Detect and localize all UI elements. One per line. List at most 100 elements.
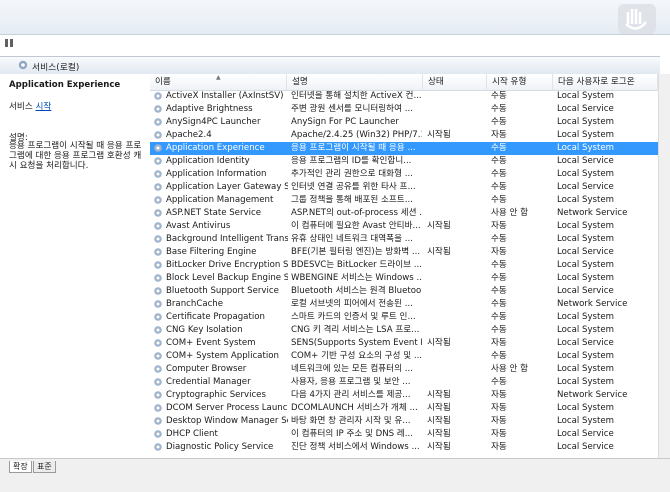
gear-icon [153, 351, 163, 361]
service-logon-as: Local System [557, 312, 615, 322]
table-row[interactable]: ActiveX Installer (AxInstSV) 인터넷을 통해 설치한 … [150, 90, 658, 103]
gear-icon [153, 416, 163, 426]
table-row[interactable]: Base Filtering Engine BFE(기본 필터링 엔진)는 방화벽… [150, 246, 658, 259]
table-row[interactable]: Computer Browser 네트워크에 있는 모든 컴퓨터의 ... 사용 안… [150, 363, 658, 376]
service-description: 인터넷을 통해 설치한 ActiveX 컨... [291, 91, 422, 101]
service-name: COM+ Event System [166, 338, 256, 348]
service-name: BranchCache [166, 299, 224, 309]
table-row[interactable]: Bluetooth Support Service Bluetooth 서비스는 … [150, 285, 658, 298]
column-header-description[interactable]: 설명 [287, 74, 423, 90]
table-row[interactable]: Application Identity 응용 프로그램의 ID를 확인합니...… [150, 155, 658, 168]
table-row[interactable]: CNG Key Isolation CNG 키 격리 서비스는 LSA 프로...… [150, 324, 658, 337]
service-status [427, 259, 487, 272]
table-row[interactable]: Application Experience 응용 프로그램이 시작될 때 응용 … [150, 142, 658, 155]
service-name: Credential Manager [166, 377, 251, 387]
column-header-logon-as[interactable]: 다음 사용자로 로그온 [553, 74, 658, 90]
panel-title: 서비스(로컬) [32, 63, 80, 73]
gear-icon [153, 104, 163, 114]
table-row[interactable]: ASP.NET State Service ASP.NET의 out-of-pro… [150, 207, 658, 220]
table-row[interactable]: Application Information 추가적인 관리 권한으로 대화형 … [150, 168, 658, 181]
service-startup-type: 수동 [491, 299, 507, 309]
table-row[interactable]: Credential Manager 사용자, 응용 프로그램 및 보안 ... 수… [150, 376, 658, 389]
service-description: 네트워크에 있는 모든 컴퓨터의 ... [291, 364, 413, 374]
service-name: Apache2.4 [166, 130, 212, 140]
service-name: Application Management [166, 195, 274, 205]
service-description: DCOMLAUNCH 서비스가 개체 ... [291, 403, 418, 413]
service-description: 응용 프로그램이 시작될 때 응용 ... [291, 143, 416, 153]
gear-icon [153, 91, 163, 101]
gear-icon [153, 286, 163, 296]
service-status [427, 363, 487, 376]
service-logon-as: Local Service [557, 442, 614, 452]
service-startup-type: 자동 [491, 429, 507, 439]
service-description: 이 컴퓨터의 IP 주소 및 DNS 레... [291, 429, 413, 439]
service-status: 시작됨 [427, 247, 451, 257]
table-row[interactable]: Application Management 그룹 정책을 통해 배포된 소프트.… [150, 194, 658, 207]
service-description: ASP.NET의 out-of-process 세션 ... [291, 208, 422, 218]
service-name: Background Intelligent Transfer... [166, 234, 288, 244]
tab-extended[interactable]: 확장 [9, 461, 32, 473]
description-pane: Application Experience 서비스 시작 설명: 응용 프로그… [0, 74, 150, 458]
table-row[interactable]: Application Layer Gateway Ser...인터넷 연결 공… [150, 181, 658, 194]
service-logon-as: Local System [557, 260, 615, 270]
service-name: Desktop Window Manager Ses... [166, 416, 288, 426]
table-row[interactable]: COM+ System Application COM+ 기반 구성 요소의 구성… [150, 350, 658, 363]
service-name: Diagnostic Policy Service [166, 442, 274, 452]
service-description: 그룹 정책을 통해 배포된 소프트... [291, 195, 413, 205]
service-startup-type: 자동 [491, 247, 507, 257]
gear-icon [153, 117, 163, 127]
table-row[interactable]: Cryptographic Services 다음 4가지 관리 서비스를 제공.… [150, 389, 658, 402]
gear-icon [153, 169, 163, 179]
gear-icon [153, 273, 163, 283]
service-status [427, 194, 487, 207]
gear-icon [153, 182, 163, 192]
table-row[interactable]: COM+ Event System SENS(Supports System Ev… [150, 337, 658, 350]
service-description: 스마트 카드의 인증서 및 루트 인... [291, 312, 416, 322]
table-row[interactable]: Apache2.4 Apache/2.4.25 (Win32) PHP/7.1.0… [150, 129, 658, 142]
service-status: 시작됨 [427, 416, 451, 426]
service-logon-as: Local System [557, 130, 615, 140]
service-name: Computer Browser [166, 364, 247, 374]
start-link[interactable]: 시작 [35, 102, 51, 112]
service-name: ASP.NET State Service [166, 208, 261, 218]
service-description: BFE(기본 필터링 엔진)는 방화벽 ... [291, 247, 421, 257]
view-tabs-bar: 확장 표준 [0, 458, 670, 492]
service-logon-as: Network Service [557, 299, 628, 309]
gear-icon [153, 156, 163, 166]
table-row[interactable]: BranchCache 로컬 서브넷의 피어에서 전송된 ... 수동 Network… [150, 298, 658, 311]
table-row[interactable]: Background Intelligent Transfer...유휴 상태인… [150, 233, 658, 246]
service-logon-as: Local Service [557, 429, 614, 439]
gear-icon [153, 364, 163, 374]
table-row[interactable]: DHCP Client 이 컴퓨터의 IP 주소 및 DNS 레... 시작됨 자동 L… [150, 428, 658, 441]
service-description: 추가적인 관리 권한으로 대화형 ... [291, 169, 413, 179]
service-logon-as: Local Service [557, 156, 614, 166]
service-name: Application Layer Gateway Ser... [166, 182, 288, 192]
table-row[interactable]: AnySign4PC Launcher AnySign For PC Launch… [150, 116, 658, 129]
column-header-status[interactable]: 상태 [423, 74, 487, 90]
table-row[interactable]: BitLocker Drive Encryption Ser...BDESVC는… [150, 259, 658, 272]
table-row[interactable]: Certificate Propagation 스마트 카드의 인증서 및 루트 … [150, 311, 658, 324]
service-startup-type: 수동 [491, 182, 507, 192]
table-row[interactable]: Block Level Backup Engine Ser...WBENGINE… [150, 272, 658, 285]
tab-standard[interactable]: 표준 [33, 461, 56, 473]
pause-icon[interactable] [5, 39, 14, 47]
service-description: 유휴 상태인 네트워크 대역폭을 ... [291, 234, 413, 244]
table-row[interactable]: Diagnostic Policy Service 진단 정책 서비스에서 Win… [150, 441, 658, 454]
table-row[interactable]: DCOM Server Process LauncherDCOMLAUNCH 서… [150, 402, 658, 415]
service-logon-as: Local System [557, 377, 615, 387]
service-name: CNG Key Isolation [166, 325, 243, 335]
column-header-startup-type[interactable]: 시작 유형 [487, 74, 553, 90]
panel-header: 서비스(로컬) [0, 56, 660, 75]
service-startup-type: 자동 [491, 442, 507, 452]
service-status: 시작됨 [427, 403, 451, 413]
table-row[interactable]: Adaptive Brightness 주변 광원 센서를 모니터링하여 ... 수… [150, 103, 658, 116]
gear-icon [153, 325, 163, 335]
service-status [427, 233, 487, 246]
gear-icon [153, 338, 163, 348]
vertical-scrollbar[interactable] [658, 74, 670, 458]
service-startup-type: 수동 [491, 143, 507, 153]
table-row[interactable]: Desktop Window Manager Ses...바탕 화면 창 관리자… [150, 415, 658, 428]
table-row[interactable]: Avast Antivirus 이 컴퓨터에 필요한 Avast 안티바... 시작… [150, 220, 658, 233]
service-logon-as: Local Service [557, 286, 614, 296]
service-startup-type: 자동 [491, 416, 507, 426]
